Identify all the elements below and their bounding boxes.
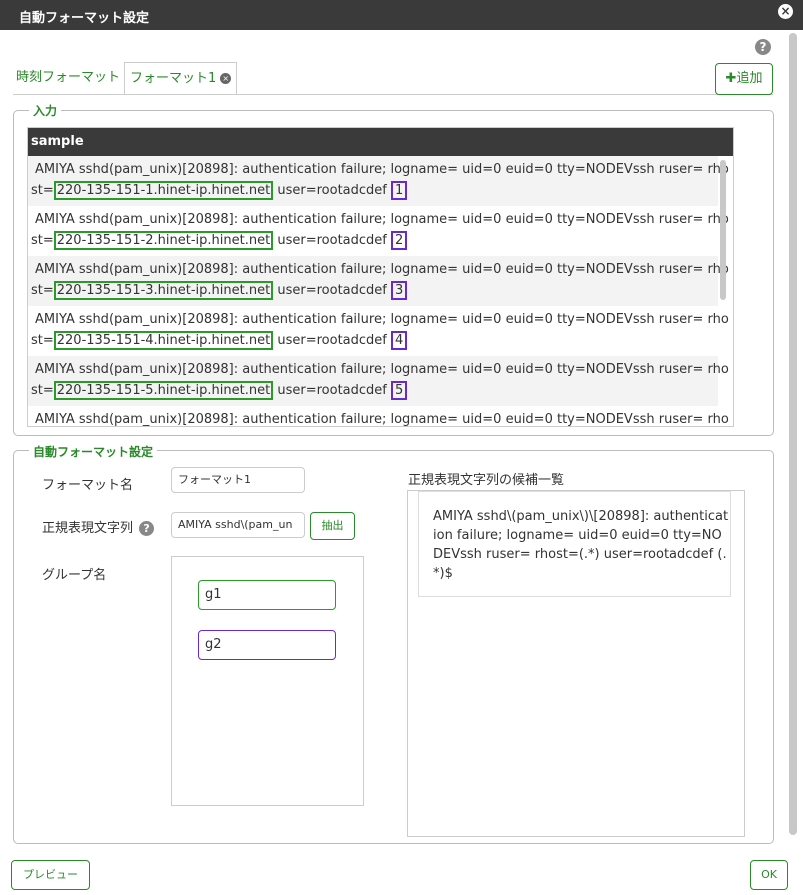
dialog-titlebar: 自動フォーマット設定 × xyxy=(0,0,803,30)
preview-button[interactable]: プレビュー xyxy=(11,860,90,890)
tab-divider xyxy=(13,94,773,95)
plus-icon: ✚ xyxy=(725,71,737,86)
user-text: user=rootadcdef xyxy=(273,333,391,348)
sample-table-header: sample xyxy=(28,128,733,156)
group2-match: 3 xyxy=(391,281,408,300)
sample-row-line2: st= 220-135-151-5.hinet-ip.hinet.net user… xyxy=(31,381,408,400)
format-name-input[interactable]: フォーマット1 xyxy=(171,467,305,493)
sample-row-line2: st= 220-135-151-3.hinet-ip.hinet.net user… xyxy=(31,281,408,300)
sample-table: sample AMIYA sshd(pam_unix)[20898]: auth… xyxy=(27,127,734,427)
group1-match: 220-135-151-5.hinet-ip.hinet.net xyxy=(53,381,274,400)
sample-row: AMIYA sshd(pam_unix)[20898]: authenticat… xyxy=(28,306,729,356)
sample-row-line1: AMIYA sshd(pam_unix)[20898]: authenticat… xyxy=(35,162,729,177)
sample-row-line1: AMIYA sshd(pam_unix)[20898]: authenticat… xyxy=(35,362,729,377)
user-text: user=rootadcdef xyxy=(273,383,391,398)
host-prefix: st= xyxy=(31,333,54,348)
sample-row-line2: st= 220-135-151-4.hinet-ip.hinet.net user… xyxy=(31,331,408,350)
close-icon[interactable]: × xyxy=(778,4,793,19)
sample-row-line1: AMIYA sshd(pam_unix)[20898]: authenticat… xyxy=(35,312,729,327)
group-name-label: グループ名 xyxy=(42,568,107,583)
user-text: user=rootadcdef xyxy=(273,233,391,248)
group2-match: 1 xyxy=(391,181,408,200)
tab-time-format[interactable]: 時刻フォーマット xyxy=(16,62,120,94)
auto-format-legend: 自動フォーマット設定 xyxy=(29,443,158,460)
extract-button[interactable]: 抽出 xyxy=(310,512,355,540)
tab-format1-label: フォーマット1 xyxy=(130,71,217,86)
user-text: user=rootadcdef xyxy=(273,183,391,198)
dialog-scrollbar[interactable] xyxy=(789,33,797,835)
add-button-label: 追加 xyxy=(736,71,763,86)
add-button[interactable]: ✚追加 xyxy=(715,63,773,95)
regex-input[interactable]: AMIYA sshd\(pam_un xyxy=(171,512,305,538)
sample-row: AMIYA sshd(pam_unix)[20898]: authenticat… xyxy=(28,206,729,256)
ok-button[interactable]: OK xyxy=(750,860,788,890)
sample-row: AMIYA sshd(pam_unix)[20898]: authenticat… xyxy=(28,256,729,306)
sample-row-line1: AMIYA sshd(pam_unix)[20898]: authenticat… xyxy=(35,262,729,277)
group1-match: 220-135-151-3.hinet-ip.hinet.net xyxy=(53,281,274,300)
sample-row: AMIYA sshd(pam_unix)[20898]: authenticat… xyxy=(28,356,729,406)
group1-match: 220-135-151-2.hinet-ip.hinet.net xyxy=(53,231,274,250)
sample-row: AMIYA sshd(pam_unix)[20898]: authenticat… xyxy=(28,156,729,206)
tab-format1[interactable]: フォーマット1 × xyxy=(124,62,238,95)
sample-row-line1: AMIYA sshd(pam_unix)[20898]: authenticat… xyxy=(35,212,729,227)
sample-row: AMIYA sshd(pam_unix)[20898]: authenticat… xyxy=(28,406,729,426)
candidates-label: 正規表現文字列の候補一覧 xyxy=(408,473,565,488)
host-prefix: st= xyxy=(31,283,54,298)
sample-table-body: AMIYA sshd(pam_unix)[20898]: authenticat… xyxy=(28,156,733,426)
dialog-title: 自動フォーマット設定 xyxy=(19,11,150,26)
group-input-g1[interactable]: g1 xyxy=(198,580,336,610)
input-legend: 入力 xyxy=(29,102,62,119)
group2-match: 5 xyxy=(391,381,408,400)
sample-row-line1: AMIYA sshd(pam_unix)[20898]: authenticat… xyxy=(35,412,729,427)
host-prefix: st= xyxy=(31,183,54,198)
tab-close-icon[interactable]: × xyxy=(220,73,232,84)
format-name-label: フォーマット名 xyxy=(42,478,134,493)
group2-match: 2 xyxy=(391,231,408,250)
user-text: user=rootadcdef xyxy=(273,283,391,298)
group2-match: 4 xyxy=(391,331,408,350)
regex-label-row: 正規表現文字列? xyxy=(42,517,155,536)
host-prefix: st= xyxy=(31,383,54,398)
regex-help-icon[interactable]: ? xyxy=(139,521,155,536)
sample-row-line2: st= 220-135-151-1.hinet-ip.hinet.net user… xyxy=(31,181,408,200)
host-prefix: st= xyxy=(31,233,54,248)
group1-match: 220-135-151-1.hinet-ip.hinet.net xyxy=(53,181,274,200)
sample-row-line2: st= 220-135-151-2.hinet-ip.hinet.net user… xyxy=(31,231,408,250)
sample-scrollbar[interactable] xyxy=(720,160,726,300)
regex-label: 正規表現文字列 xyxy=(42,521,134,536)
group-input-g2[interactable]: g2 xyxy=(198,630,336,660)
group1-match: 220-135-151-4.hinet-ip.hinet.net xyxy=(53,331,274,350)
help-icon[interactable]: ? xyxy=(755,39,771,55)
candidate-item[interactable]: AMIYA sshd\(pam_unix\)\[20898]: authenti… xyxy=(418,491,731,597)
